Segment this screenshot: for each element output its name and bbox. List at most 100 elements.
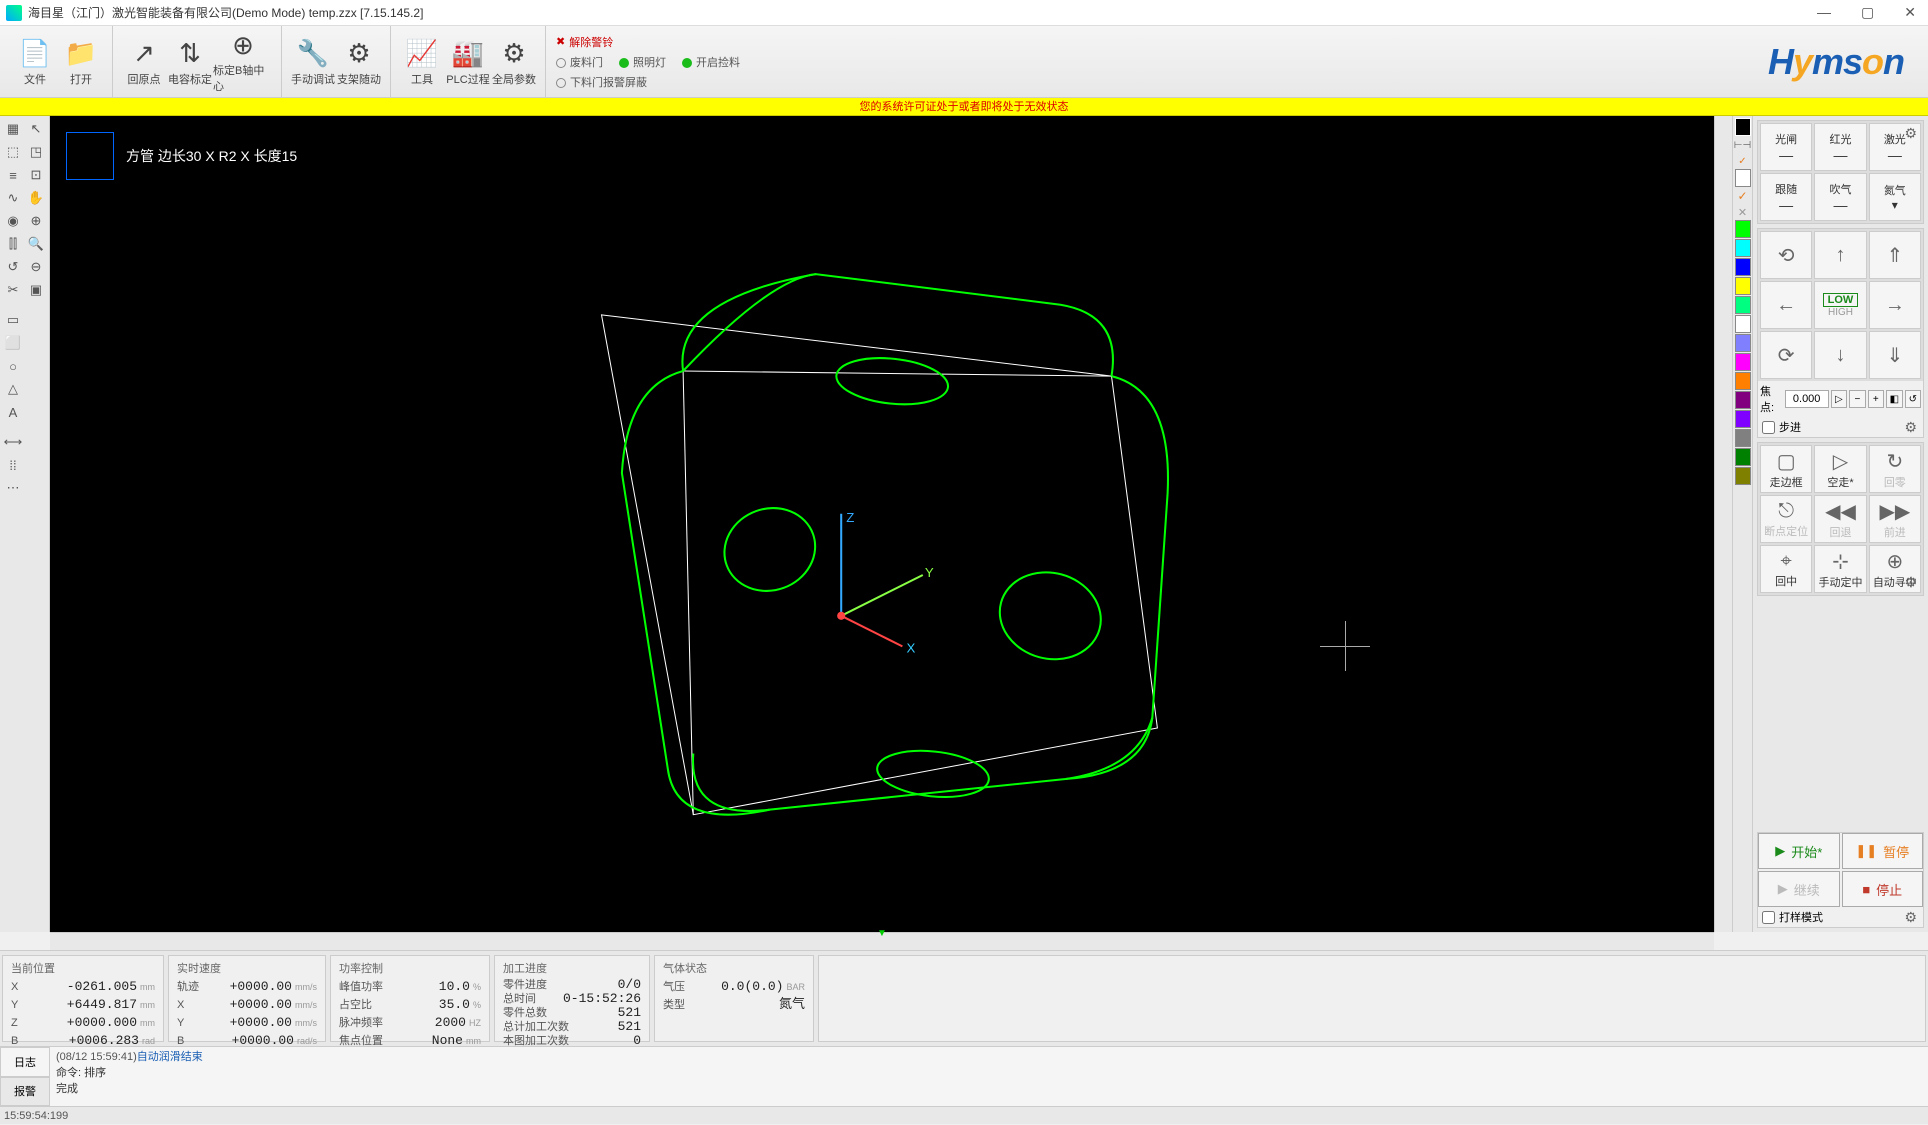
check2-icon[interactable]: ✓ <box>1732 188 1754 204</box>
grid-icon[interactable]: ▦ <box>2 118 24 140</box>
rect-icon[interactable]: ▭ <box>2 309 24 331</box>
step-checkbox[interactable] <box>1762 421 1775 434</box>
manual-debug-button[interactable]: 🔧手动调试 <box>290 30 336 94</box>
focus-set-button[interactable]: ◧ <box>1886 390 1902 408</box>
search-icon[interactable]: 🔍 <box>25 233 47 255</box>
home-button[interactable]: ↗回原点 <box>121 30 167 94</box>
alarm-tab[interactable]: 报警 <box>0 1077 50 1107</box>
capacitance-calib-button[interactable]: ⇅电容标定 <box>167 30 213 94</box>
dry-run-button[interactable]: ▷空走* <box>1814 445 1866 493</box>
color-white[interactable] <box>1735 315 1751 333</box>
minimize-button[interactable]: — <box>1811 4 1837 21</box>
color-black[interactable] <box>1735 118 1751 136</box>
text-icon[interactable]: A <box>2 401 24 423</box>
color-white-check[interactable] <box>1735 169 1751 187</box>
color-purple[interactable] <box>1735 391 1751 409</box>
rotate-cw-button[interactable]: ⟳ <box>1760 331 1812 379</box>
auto-pick-radio[interactable]: 开启捡料 <box>682 54 740 70</box>
rotate-ccw-button[interactable]: ⟲ <box>1760 231 1812 279</box>
waste-door-radio[interactable]: 废料门 <box>556 54 603 70</box>
redlight-button[interactable]: 红光— <box>1814 123 1866 171</box>
color-yellow[interactable] <box>1735 277 1751 295</box>
curve-icon[interactable]: ∿ <box>2 187 24 209</box>
circle-icon[interactable]: ○ <box>2 355 24 377</box>
mirror-icon[interactable]: ⫿⫿ <box>2 233 24 255</box>
shutter-button[interactable]: 光闸— <box>1760 123 1812 171</box>
maximize-button[interactable]: ▢ <box>1855 4 1880 21</box>
speed-toggle-button[interactable]: LOWHIGH <box>1814 281 1866 329</box>
pause-button[interactable]: ❚❚暂停 <box>1842 833 1924 869</box>
global-params-button[interactable]: ⚙全局参数 <box>491 30 537 94</box>
frame-walk-button[interactable]: ▢走边框 <box>1760 445 1812 493</box>
bracket-follow-button[interactable]: ⚙支架随动 <box>336 30 382 94</box>
center-button[interactable]: ⌖回中 <box>1760 545 1812 593</box>
follow-button[interactable]: 跟随— <box>1760 173 1812 221</box>
breakpoint-button[interactable]: ⎋断点定位 <box>1760 495 1812 543</box>
focus-input[interactable] <box>1785 390 1829 408</box>
color-violet[interactable] <box>1735 410 1751 428</box>
rewind-button[interactable]: ◀◀回退 <box>1814 495 1866 543</box>
z-down-button[interactable]: ⇓ <box>1869 331 1921 379</box>
gear-icon[interactable]: ⚙ <box>1904 909 1917 926</box>
zoom-in-icon[interactable]: ⊕ <box>25 210 47 232</box>
color-orange[interactable] <box>1735 372 1751 390</box>
open-button[interactable]: 📁打开 <box>58 30 104 94</box>
triangle-icon[interactable]: △ <box>2 378 24 400</box>
jog-right-button[interactable]: → <box>1869 281 1921 329</box>
focus-go-button[interactable]: ▷ <box>1831 390 1847 408</box>
lighting-radio[interactable]: 照明灯 <box>619 54 666 70</box>
dimension-icon[interactable]: ⟷ <box>2 431 24 453</box>
rotate-icon[interactable]: ↺ <box>2 256 24 278</box>
log-tab[interactable]: 日志 <box>0 1047 50 1077</box>
start-button[interactable]: ▶开始* <box>1758 833 1840 869</box>
pointer-icon[interactable]: ↖ <box>25 118 47 140</box>
gear-icon[interactable]: ⚙ <box>1904 419 1917 436</box>
knife-icon[interactable]: ✂ <box>2 279 24 301</box>
tool-button[interactable]: 📈工具 <box>399 30 445 94</box>
pan-icon[interactable]: ✋ <box>25 187 47 209</box>
color-teal[interactable] <box>1735 296 1751 314</box>
edge-icon[interactable]: ⊢⊣ <box>1732 137 1754 153</box>
zoom-out-icon[interactable]: ⊖ <box>25 256 47 278</box>
jog-down-button[interactable]: ↓ <box>1814 331 1866 379</box>
dots-icon[interactable]: ⁞⁞ <box>2 454 24 476</box>
check-icon[interactable]: ✓ <box>1732 153 1754 169</box>
sort-icon[interactable]: ≡ <box>2 164 24 186</box>
color-olive[interactable] <box>1735 467 1751 485</box>
continue-button[interactable]: ▶继续 <box>1758 871 1840 907</box>
square-icon[interactable]: ⬜ <box>2 332 24 354</box>
color-cyan[interactable] <box>1735 239 1751 257</box>
gear-icon[interactable]: ⚙ <box>1904 125 1917 142</box>
sample-mode-checkbox[interactable] <box>1762 911 1775 924</box>
file-button[interactable]: 📄文件 <box>12 30 58 94</box>
cad-icon[interactable]: ◉ <box>2 210 24 232</box>
z-up-button[interactable]: ⇑ <box>1869 231 1921 279</box>
zoom-fit-icon[interactable]: ⊡ <box>25 164 47 186</box>
color-green[interactable] <box>1735 220 1751 238</box>
horizontal-scrollbar[interactable]: ▼ <box>50 932 1714 950</box>
gear-icon[interactable]: ⚙ <box>1904 574 1917 591</box>
select-icon[interactable]: ⬚ <box>2 141 24 163</box>
x-icon[interactable]: ✕ <box>1732 204 1754 220</box>
unload-shield-radio[interactable]: 下料门报警屏蔽 <box>556 74 647 90</box>
manual-center-button[interactable]: ⊹手动定中 <box>1814 545 1866 593</box>
color-blue[interactable] <box>1735 258 1751 276</box>
gas-select-button[interactable]: 氮气▾ <box>1869 173 1921 221</box>
focus-plus-button[interactable]: + <box>1868 390 1884 408</box>
color-darkgreen[interactable] <box>1735 448 1751 466</box>
jog-up-button[interactable]: ↑ <box>1814 231 1866 279</box>
blow-button[interactable]: 吹气— <box>1814 173 1866 221</box>
color-gray[interactable] <box>1735 429 1751 447</box>
zero-button[interactable]: ↻回零 <box>1869 445 1921 493</box>
vertical-scrollbar[interactable] <box>1714 116 1732 932</box>
color-magenta[interactable] <box>1735 353 1751 371</box>
plc-button[interactable]: 🏭PLC过程 <box>445 30 491 94</box>
close-button[interactable]: ✕ <box>1898 4 1922 21</box>
focus-reset-button[interactable]: ↺ <box>1905 390 1921 408</box>
alarm-clear-option[interactable]: ✖解除警铃 <box>556 34 740 50</box>
jog-left-button[interactable]: ← <box>1760 281 1812 329</box>
viewport-3d[interactable]: 方管 边长30 X R2 X 长度15 Z <box>50 116 1714 932</box>
baxis-calib-button[interactable]: ⊕标定B轴中心 <box>213 30 273 94</box>
color-lavender[interactable] <box>1735 334 1751 352</box>
more-icon[interactable]: ⋯ <box>2 477 24 499</box>
